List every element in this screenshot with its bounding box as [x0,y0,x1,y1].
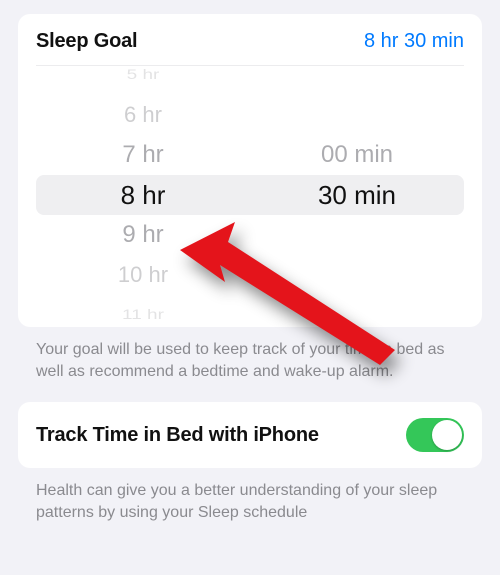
switch-knob [432,420,462,450]
picker-spacer [250,255,464,295]
picker-hour-option[interactable]: 11 hr [36,300,250,330]
picker-spacer [250,295,464,335]
sleep-goal-footer: Your goal will be used to keep track of … [18,327,482,402]
track-time-switch[interactable] [406,418,464,452]
picker-minute-selected[interactable]: 30 min [250,175,464,215]
picker-hour-option[interactable]: 7 hr [36,135,250,175]
picker-hour-option[interactable]: 9 hr [36,215,250,255]
track-time-label: Track Time in Bed with iPhone [36,423,319,448]
sleep-goal-value[interactable]: 8 hr 30 min [364,30,464,53]
picker-spacer [250,55,464,95]
picker-hour-option[interactable]: 5 hr [36,60,250,90]
picker-hour-option[interactable]: 6 hr [36,95,250,135]
picker-hours-column[interactable]: 5 hr 6 hr 7 hr 8 hr 9 hr 10 hr 11 hr [36,72,250,317]
picker-minutes-column[interactable]: 00 min 30 min [250,72,464,317]
picker-hour-option[interactable]: 10 hr [36,255,250,295]
sleep-goal-card: Sleep Goal 8 hr 30 min 5 hr 6 hr 7 hr 8 … [18,14,482,327]
track-time-footer: Health can give you a better understandi… [18,468,482,523]
track-time-row: Track Time in Bed with iPhone [18,402,482,468]
sleep-goal-title: Sleep Goal [36,30,137,53]
picker-minute-option[interactable]: 00 min [250,135,464,175]
picker-hour-selected[interactable]: 8 hr [36,175,250,215]
sleep-goal-picker[interactable]: 5 hr 6 hr 7 hr 8 hr 9 hr 10 hr 11 hr 00 … [36,72,464,317]
picker-spacer [250,215,464,255]
picker-spacer [250,95,464,135]
